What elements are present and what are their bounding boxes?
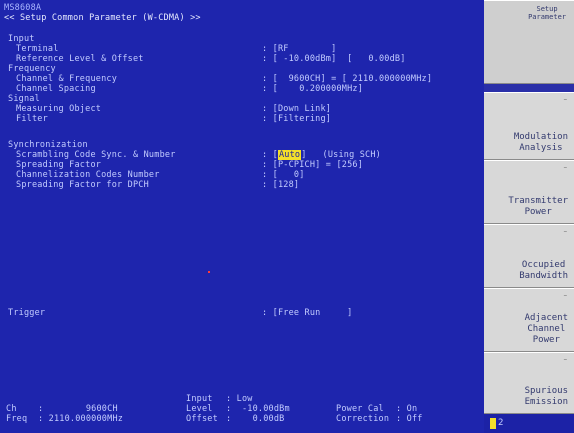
analyzer-screen: MS8608A << Setup Common Parameter (W-CDM…: [0, 0, 574, 433]
softkey-occupied-bandwidth-label: Occupied Bandwidth: [519, 260, 568, 281]
status-input-value: : Low: [226, 394, 253, 404]
softkey-adjacent-channel-power[interactable]: ⁻ Adjacent Channel Power: [484, 288, 574, 352]
softkey-arrow-icon: ⁻: [562, 97, 568, 107]
status-power-cal-label: Power Cal: [336, 404, 384, 414]
softkey-panel: Setup Parameter ⁻ Modulation Analysis ⁻ …: [484, 0, 574, 433]
channel-spacing-label: Channel Spacing: [16, 84, 96, 94]
trigger-field[interactable]: : [Free Run ]: [262, 308, 352, 318]
sf-dpch-label: Spreading Factor for DPCH: [16, 180, 149, 190]
chan-codes-field[interactable]: : [ 0]: [262, 170, 305, 180]
softkey-arrow-icon: ⁻: [562, 357, 568, 367]
softkey-adjacent-channel-power-label: Adjacent Channel Power: [524, 313, 568, 345]
status-freq-label: Freq: [6, 414, 28, 424]
softkey-modulation-analysis-label: Modulation Analysis: [513, 132, 568, 153]
status-offset-value: : 0.00dB: [226, 414, 285, 424]
status-ch-label: Ch: [6, 404, 17, 414]
softkey-arrow-icon: ⁻: [562, 229, 568, 239]
softkey-occupied-bandwidth[interactable]: ⁻ Occupied Bandwidth: [484, 224, 574, 288]
measuring-object-label: Measuring Object: [16, 104, 102, 114]
softkey-setup-parameter-label: Setup Parameter: [528, 5, 566, 21]
status-level-label: Level: [186, 404, 213, 414]
section-input: Input: [8, 34, 35, 44]
scrambling-cursor[interactable]: Auto: [277, 150, 302, 160]
page-number: 2: [498, 418, 504, 428]
page-title: << Setup Common Parameter (W-CDMA) >>: [4, 13, 201, 23]
channel-freq-field[interactable]: : [ 9600CH] = [ 2110.000000MHz]: [262, 74, 432, 84]
softkey-spurious-emission-label: Spurious Emission: [524, 386, 568, 407]
sf-dpch-field[interactable]: : [128]: [262, 180, 299, 190]
softkey-transmitter-power[interactable]: ⁻ Transmitter Power: [484, 160, 574, 224]
trigger-label: Trigger: [8, 308, 46, 318]
page-cursor: [490, 418, 496, 429]
softkey-arrow-icon: ⁻: [562, 293, 568, 303]
softkey-setup-parameter[interactable]: Setup Parameter: [484, 0, 574, 84]
softkey-spurious-emission[interactable]: ⁻ Spurious Emission: [484, 352, 574, 414]
measuring-object-field[interactable]: : [Down Link]: [262, 104, 331, 114]
status-ch-value: : 9600CH: [38, 404, 118, 414]
ref-level-field[interactable]: : [ -10.00dBm] [ 0.00dB]: [262, 54, 406, 64]
channel-spacing-field[interactable]: : [ 0.200000MHz]: [262, 84, 363, 94]
status-freq-value: : 2110.000000MHz: [38, 414, 124, 424]
status-power-cal-value: : On: [396, 404, 418, 414]
scrambling-suffix: ] (Using SCH): [301, 150, 381, 160]
page-indicator: 2: [484, 414, 574, 433]
terminal-label: Terminal: [16, 44, 59, 54]
status-offset-label: Offset: [186, 414, 218, 424]
terminal-field[interactable]: : [RF ]: [262, 44, 336, 54]
status-correction-label: Correction: [336, 414, 390, 424]
filter-field[interactable]: : [Filtering]: [262, 114, 331, 124]
marker-dot: [208, 271, 210, 273]
scrambling-field[interactable]: : [Auto] (Using SCH): [262, 150, 381, 160]
section-synchronization: Synchronization: [8, 140, 88, 150]
ref-level-label: Reference Level & Offset: [16, 54, 144, 64]
status-level-value: : -10.00dBm: [226, 404, 290, 414]
main-panel: MS8608A << Setup Common Parameter (W-CDM…: [0, 0, 484, 433]
section-signal: Signal: [8, 94, 40, 104]
spreading-factor-field[interactable]: : [P-CPICH] = [256]: [262, 160, 363, 170]
scrambling-prefix: : [: [262, 150, 278, 160]
softkey-arrow-icon: ⁻: [562, 165, 568, 175]
status-input-label: Input: [186, 394, 213, 404]
status-correction-value: : Off: [396, 414, 423, 424]
softkey-modulation-analysis[interactable]: ⁻ Modulation Analysis: [484, 92, 574, 160]
softkey-transmitter-power-label: Transmitter Power: [508, 196, 568, 217]
section-frequency: Frequency: [8, 64, 56, 74]
filter-label: Filter: [16, 114, 48, 124]
spreading-factor-label: Spreading Factor: [16, 160, 102, 170]
chan-codes-label: Channelization Codes Number: [16, 170, 160, 180]
model-name: MS8608A: [4, 3, 42, 13]
scrambling-label: Scrambling Code Sync. & Number: [16, 150, 176, 160]
channel-freq-label: Channel & Frequency: [16, 74, 118, 84]
